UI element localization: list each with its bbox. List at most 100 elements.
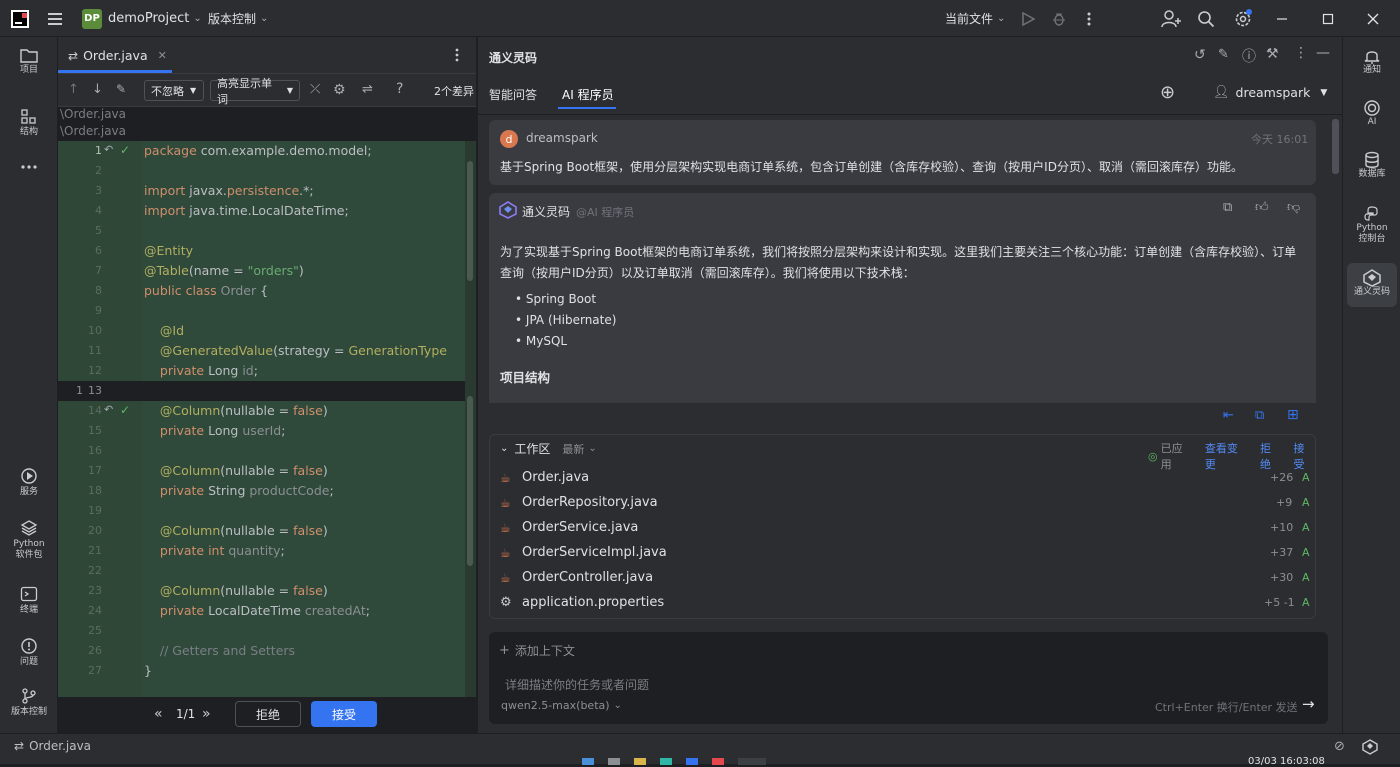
project-tool-button[interactable]: 项目 xyxy=(0,47,58,76)
whitespace-select[interactable]: 不忽略 ▼ xyxy=(144,80,204,101)
status-breadcrumb[interactable]: ⇄ Order.java xyxy=(14,739,91,753)
help-icon[interactable]: ? xyxy=(396,81,403,97)
settings-gear-icon[interactable] xyxy=(1233,0,1253,37)
model-select[interactable]: qwen2.5-max(beta) ⌄ xyxy=(501,699,622,712)
project-switcher[interactable]: DP demoProject ⌄ xyxy=(82,0,202,37)
add-circle-icon[interactable]: ⊕ xyxy=(1160,82,1175,103)
thumbs-down-icon[interactable]: 👎︎ xyxy=(1287,200,1300,215)
accept-change-check-icon[interactable]: ✓ xyxy=(120,403,130,417)
revert-change-icon[interactable]: ↶ xyxy=(104,403,113,416)
line-number: 8 xyxy=(95,284,102,297)
tab-options-icon[interactable] xyxy=(454,47,460,66)
python-console-tool-button[interactable]: Python 控制台 xyxy=(1343,205,1400,245)
chat-input-field[interactable]: 详细描述你的任务或者问题 xyxy=(505,676,649,693)
more-options-icon[interactable]: ⋮ xyxy=(1294,45,1308,61)
line-number: 9 xyxy=(95,304,102,317)
code-area[interactable]: 1 ↶ ✓ package com.example.demo.model; 2 … xyxy=(58,141,476,721)
more-tools-icon[interactable] xyxy=(0,162,58,174)
sync-scroll-icon[interactable]: ⇌ xyxy=(362,82,373,97)
file-diff: +26 xyxy=(1270,471,1294,484)
close-icon[interactable] xyxy=(1366,0,1380,37)
database-tool-button[interactable]: 数据库 xyxy=(1343,151,1400,180)
prev-file-icon[interactable]: « xyxy=(154,706,163,722)
workspace-file-row[interactable]: ☕︎ OrderRepository.java +9 A xyxy=(500,490,1340,515)
workspace-panel: ⌄ 工作区 最新 ⌄ ◎ 已应用 查看变更 拒绝 接受 ☕︎ Order.jav… xyxy=(489,434,1316,619)
accept-change-check-icon[interactable]: ✓ xyxy=(120,143,130,157)
workspace-label: 工作区 xyxy=(514,442,551,456)
main-menu-icon[interactable] xyxy=(46,0,64,37)
python-packages-tool-button[interactable]: Python 软件包 xyxy=(0,519,58,561)
code-line: 18 private String productCode; xyxy=(58,481,476,501)
line-number: 4 xyxy=(95,204,102,217)
new-file-icon[interactable]: ⊞ xyxy=(1287,407,1299,423)
tongyi-tool-button[interactable]: 通义灵码 xyxy=(1347,263,1397,307)
app-logo[interactable] xyxy=(10,0,30,37)
layers-icon xyxy=(20,520,38,536)
terminal-tool-button[interactable]: 终端 xyxy=(0,585,58,616)
workspace-header[interactable]: ⌄ 工作区 最新 ⌄ xyxy=(500,440,597,457)
prev-diff-icon[interactable]: ↑ xyxy=(68,82,79,97)
highlight-select[interactable]: 高亮显示单词 ▼ xyxy=(210,77,300,106)
workspace-file-row[interactable]: ☕︎ Order.java +26 A xyxy=(500,465,1340,490)
folder-icon xyxy=(20,49,38,63)
close-tab-icon[interactable]: ✕ xyxy=(158,49,167,62)
accept-button[interactable]: 接受 xyxy=(311,701,377,727)
code-line: 1 ↶ ✓ package com.example.demo.model; xyxy=(58,141,476,161)
new-chat-edit-icon[interactable]: ✎ xyxy=(1218,47,1229,62)
workspace-file-row[interactable]: ⚙ application.properties +5 -1 A xyxy=(500,590,1340,615)
insert-code-icon[interactable]: ⇤ xyxy=(1223,408,1234,423)
line-number: 21 xyxy=(88,544,102,557)
next-file-icon[interactable]: » xyxy=(202,706,211,722)
user-message-card: d dreamspark 今天 16:01 基于Spring Boot框架，使用… xyxy=(489,120,1316,185)
chevron-down-icon: ⌄ xyxy=(997,13,1006,24)
assistant-intro-text: 为了实现基于Spring Boot框架的电商订单系统，我们将按照分层架构来设计和… xyxy=(500,245,1297,280)
thumbs-up-icon[interactable]: 👍︎ xyxy=(1255,200,1269,215)
vcs-tool-button[interactable]: 版本控制 xyxy=(0,687,58,718)
notifications-tool-button[interactable]: 通知 xyxy=(1343,47,1400,76)
next-diff-icon[interactable]: ↓ xyxy=(92,82,103,97)
ai-tool-button[interactable]: AI xyxy=(1343,99,1400,128)
services-tool-button[interactable]: 服务 xyxy=(0,467,58,498)
tab-smart-qa[interactable]: 智能问答 xyxy=(489,86,537,103)
wrench-icon[interactable]: ⚒ xyxy=(1266,46,1279,62)
hide-panel-icon[interactable]: — xyxy=(1316,45,1330,61)
send-arrow-icon[interactable]: → xyxy=(1302,695,1315,713)
copy-code-icon[interactable]: ⧉ xyxy=(1255,408,1264,423)
power-save-icon[interactable]: ⊘ xyxy=(1334,739,1345,754)
chat-scrollbar[interactable] xyxy=(1332,119,1339,174)
add-context-button[interactable]: + 添加上下文 xyxy=(499,642,575,659)
help-circle-icon[interactable]: ⓘ xyxy=(1242,46,1256,66)
reject-button[interactable]: 拒绝 xyxy=(235,701,301,727)
more-actions-icon[interactable] xyxy=(1084,0,1094,37)
chevron-down-icon: ⌄ xyxy=(500,443,509,454)
diff-settings-gear-icon[interactable]: ⚙ xyxy=(333,82,346,98)
assistant-message-card: 通义灵码 @AI 程序员 ⧉ 👍︎ 👎︎ 为了实现基于Spring Boot框架… xyxy=(489,193,1316,427)
collapse-unchanged-icon[interactable]: ⤫ xyxy=(310,82,320,97)
run-icon[interactable] xyxy=(1020,0,1036,37)
editor-tab-order-java[interactable]: ⇄ Order.java ✕ xyxy=(58,37,172,74)
copy-icon[interactable]: ⧉ xyxy=(1223,200,1232,215)
workspace-file-row[interactable]: ☕︎ OrderService.java +10 A xyxy=(500,515,1340,540)
workspace-file-row[interactable]: ☕︎ OrderServiceImpl.java +37 A xyxy=(500,540,1340,565)
problems-tool-button[interactable]: 问题 xyxy=(0,637,58,668)
diff-count: 2个差异 xyxy=(434,85,474,98)
code-text: @Column(nullable = false) xyxy=(159,583,328,598)
tab-ai-programmer[interactable]: AI 程序员 xyxy=(562,86,614,103)
file-name: OrderService.java xyxy=(522,520,639,535)
search-icon[interactable] xyxy=(1197,0,1215,37)
code-text: @Id xyxy=(144,323,185,338)
user-account-menu[interactable]: 👤︎ dreamspark ▼ xyxy=(1213,85,1327,100)
maximize-icon[interactable] xyxy=(1321,0,1335,37)
revert-change-icon[interactable]: ↶ xyxy=(104,143,113,156)
structure-tool-button[interactable]: 结构 xyxy=(0,109,58,138)
history-icon[interactable]: ↺ xyxy=(1194,47,1206,63)
add-user-icon[interactable] xyxy=(1161,0,1181,37)
debug-icon[interactable] xyxy=(1051,0,1067,37)
edit-pencil-icon[interactable]: ✎ xyxy=(116,82,126,96)
workspace-file-row[interactable]: ☕︎ OrderController.java +30 A xyxy=(500,565,1340,590)
minimize-icon[interactable] xyxy=(1275,0,1289,37)
line-number: 7 xyxy=(95,264,102,277)
run-config-select[interactable]: 当前文件 ⌄ xyxy=(945,0,1005,37)
workspace-filter[interactable]: 最新 xyxy=(562,441,584,457)
vcs-menu[interactable]: 版本控制 ⌄ xyxy=(208,0,268,37)
